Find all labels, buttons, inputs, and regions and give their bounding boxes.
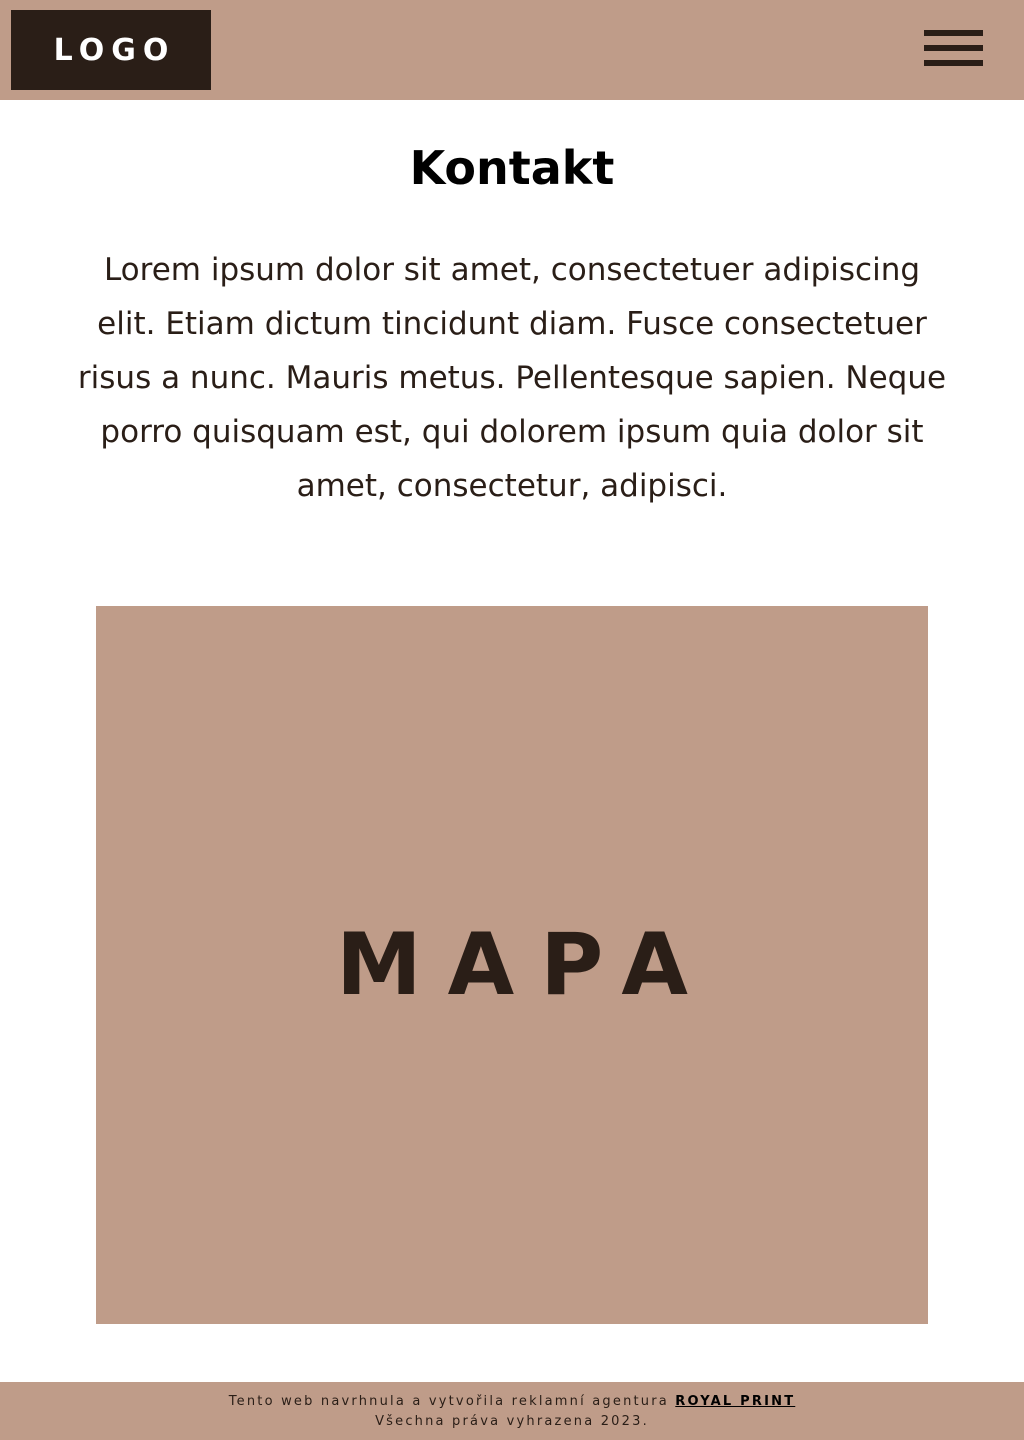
footer-credit: Tento web navrhnula a vytvořila reklamní…: [0, 1394, 1024, 1410]
site-header: LOGO: [0, 0, 1024, 100]
footer-credit-text: Tento web navrhnula a vytvořila reklamní…: [228, 1394, 676, 1409]
logo[interactable]: LOGO: [11, 10, 211, 90]
menu-bar-bottom: [924, 60, 983, 66]
menu-bar-middle: [924, 45, 983, 51]
footer-rights: Všechna práva vyhrazena 2023.: [375, 1414, 649, 1429]
map-placeholder[interactable]: MAPA: [96, 606, 928, 1324]
intro-paragraph: Lorem ipsum dolor sit amet, consectetuer…: [77, 252, 947, 504]
hamburger-menu-icon[interactable]: [924, 30, 984, 70]
menu-bar-top: [924, 30, 983, 36]
agency-link[interactable]: ROYAL PRINT: [675, 1394, 795, 1409]
map-label: MAPA: [336, 915, 714, 1015]
site-footer: Tento web navrhnula a vytvořila reklamní…: [0, 1382, 1024, 1440]
page-title: Kontakt: [409, 141, 615, 195]
